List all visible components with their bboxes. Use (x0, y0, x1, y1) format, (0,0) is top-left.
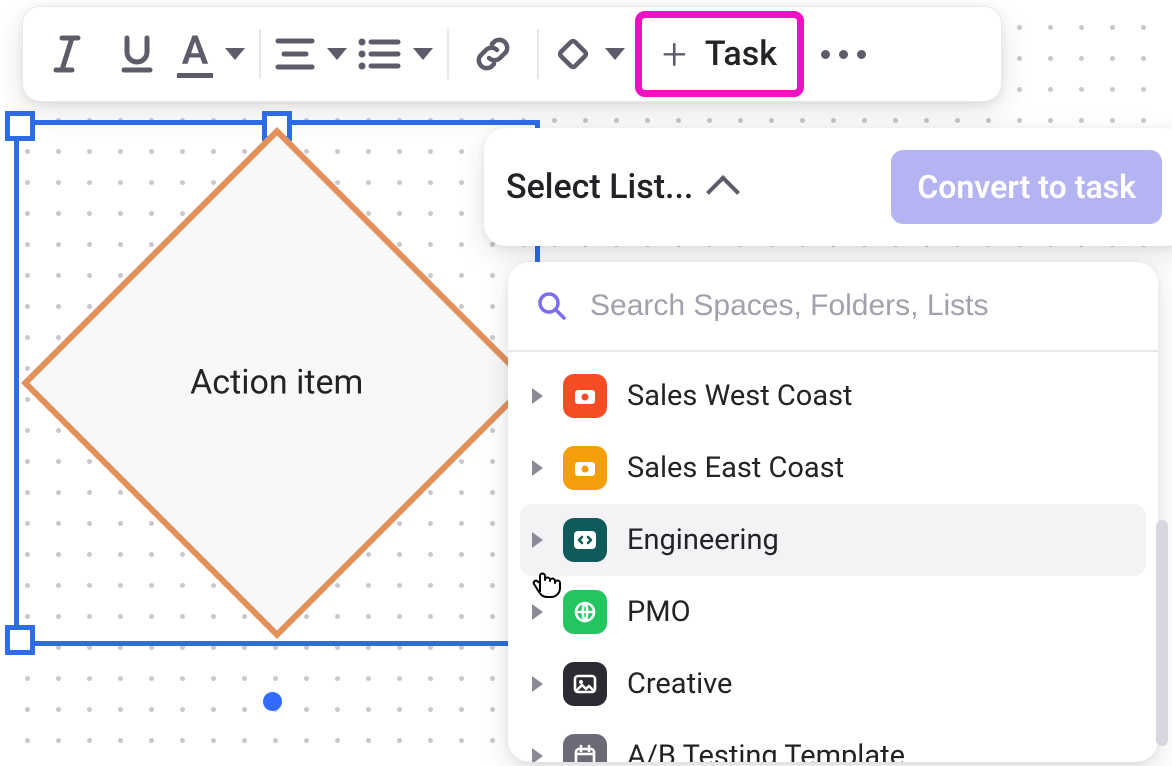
underline-button[interactable] (107, 24, 167, 84)
space-icon (563, 734, 607, 762)
space-icon (563, 374, 607, 418)
ellipsis-icon (821, 50, 866, 59)
chevron-down-icon (225, 48, 245, 60)
search-input[interactable] (588, 288, 1130, 324)
space-name: Sales West Coast (627, 379, 853, 413)
select-list-panel: Select List... Convert to task (484, 128, 1172, 246)
anchor-point[interactable] (263, 692, 282, 711)
space-icon (563, 518, 607, 562)
formatting-toolbar: A + Task (22, 6, 1002, 102)
space-icon (563, 662, 607, 706)
space-row[interactable]: PMO (520, 576, 1146, 648)
space-row[interactable]: A/B Testing Template (520, 720, 1146, 762)
chevron-down-icon (327, 48, 347, 60)
shape-button[interactable] (553, 24, 625, 84)
space-list: Sales West Coast Sales East Coast Engine… (508, 352, 1158, 762)
space-icon (563, 590, 607, 634)
space-name: PMO (627, 595, 691, 629)
align-button[interactable] (275, 24, 347, 84)
search-icon (536, 290, 568, 322)
space-icon (563, 446, 607, 490)
expand-triangle-icon[interactable] (532, 532, 543, 548)
search-row (508, 262, 1158, 352)
expand-triangle-icon[interactable] (532, 388, 543, 404)
toolbar-divider (537, 29, 539, 79)
space-name: A/B Testing Template (627, 739, 905, 762)
list-picker-panel: Sales West Coast Sales East Coast Engine… (508, 262, 1158, 762)
convert-to-task-button[interactable]: Convert to task (891, 150, 1162, 224)
text-color-button[interactable]: A (177, 24, 245, 84)
select-list-label: Select List... (506, 167, 693, 207)
chevron-down-icon (605, 48, 625, 60)
expand-triangle-icon[interactable] (532, 604, 543, 620)
space-row[interactable]: Sales West Coast (520, 360, 1146, 432)
selection-bounding-box[interactable]: Action item (14, 120, 540, 646)
space-name: Sales East Coast (627, 451, 844, 485)
toolbar-divider (447, 29, 449, 79)
more-options-button[interactable] (814, 24, 874, 84)
italic-button[interactable] (37, 24, 97, 84)
expand-triangle-icon[interactable] (532, 460, 543, 476)
space-row[interactable]: Engineering (520, 504, 1146, 576)
space-name: Creative (627, 667, 732, 701)
space-name: Engineering (627, 523, 779, 557)
toolbar-divider (259, 29, 261, 79)
add-task-button[interactable]: + Task (635, 11, 804, 97)
chevron-down-icon (413, 48, 433, 60)
select-list-dropdown[interactable]: Select List... (506, 167, 735, 207)
list-button[interactable] (357, 24, 433, 84)
task-label: Task (705, 34, 777, 74)
expand-triangle-icon[interactable] (532, 748, 543, 762)
letter-a-icon: A (182, 31, 209, 71)
scrollbar-thumb[interactable] (1156, 520, 1168, 746)
diamond-icon (553, 34, 593, 74)
expand-triangle-icon[interactable] (532, 676, 543, 692)
chevron-up-icon (706, 175, 740, 209)
diamond-shape[interactable]: Action item (21, 127, 533, 639)
shape-label: Action item (190, 363, 363, 403)
space-row[interactable]: Sales East Coast (520, 432, 1146, 504)
space-row[interactable]: Creative (520, 648, 1146, 720)
link-button[interactable] (463, 24, 523, 84)
